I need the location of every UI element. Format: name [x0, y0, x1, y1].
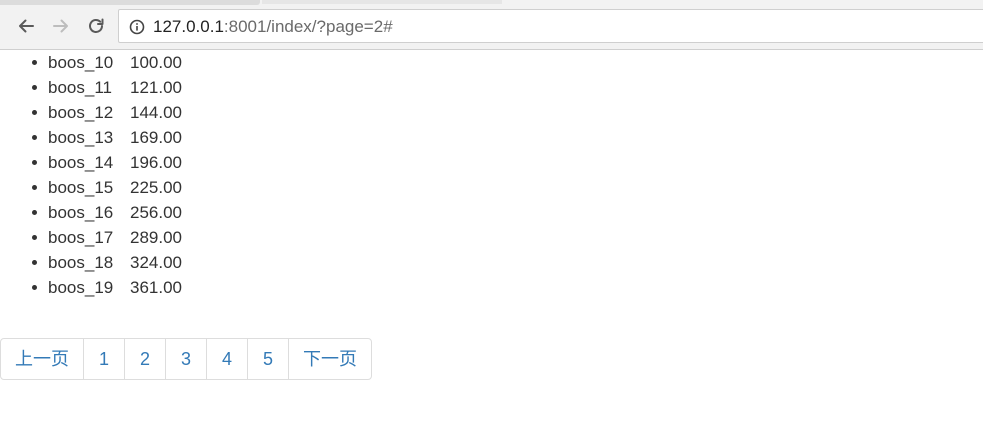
address-bar[interactable]: 127.0.0.1:8001/index/?page=2# — [118, 9, 983, 43]
url-text[interactable]: 127.0.0.1:8001/index/?page=2# — [153, 17, 393, 37]
item-name: boos_11 — [48, 78, 112, 97]
page-content: boos_10 100.00 boos_11 121.00 boos_12 144.0… — [0, 50, 983, 445]
info-icon[interactable] — [129, 19, 145, 35]
page-link-1[interactable]: 1 — [83, 339, 124, 379]
item-value: 256.00 — [130, 203, 182, 222]
page-link-3[interactable]: 3 — [165, 339, 206, 379]
item-name: boos_12 — [48, 103, 114, 122]
item-value: 196.00 — [130, 153, 182, 172]
item-name: boos_10 — [48, 53, 114, 72]
arrow-left-icon — [19, 19, 34, 33]
item-name: boos_14 — [48, 153, 114, 172]
list-item: boos_15 225.00 — [32, 175, 182, 200]
back-button[interactable] — [11, 11, 41, 41]
item-name: boos_19 — [48, 278, 114, 297]
reload-button[interactable] — [81, 11, 111, 41]
list-item: boos_18 324.00 — [32, 250, 182, 275]
prev-page-link[interactable]: 上一页 — [1, 339, 83, 379]
list-item: boos_14 196.00 — [32, 150, 182, 175]
arrow-right-icon — [53, 19, 68, 33]
list-item: boos_16 256.00 — [32, 200, 182, 225]
item-value: 324.00 — [130, 253, 182, 272]
next-page-link[interactable]: 下一页 — [288, 339, 371, 379]
browser-toolbar: 127.0.0.1:8001/index/?page=2# — [0, 5, 983, 50]
inactive-tab[interactable] — [262, 0, 502, 4]
url-host: 127.0.0.1 — [153, 17, 224, 36]
list-item: boos_11 121.00 — [32, 75, 182, 100]
page-link-4[interactable]: 4 — [206, 339, 247, 379]
pagination: 上一页 1 2 3 4 5 下一页 — [0, 338, 372, 380]
page-link-2[interactable]: 2 — [124, 339, 165, 379]
list-item: boos_10 100.00 — [32, 50, 182, 75]
item-value: 289.00 — [130, 228, 182, 247]
list-item: boos_19 361.00 — [32, 275, 182, 300]
item-value: 121.00 — [130, 78, 182, 97]
list-item: boos_13 169.00 — [32, 125, 182, 150]
item-value: 100.00 — [130, 53, 182, 72]
list-item: boos_17 289.00 — [32, 225, 182, 250]
page-link-5[interactable]: 5 — [247, 339, 288, 379]
item-name: boos_18 — [48, 253, 114, 272]
item-name: boos_16 — [48, 203, 114, 222]
item-name: boos_17 — [48, 228, 114, 247]
item-list: boos_10 100.00 boos_11 121.00 boos_12 144.0… — [32, 50, 182, 300]
reload-icon — [89, 18, 104, 33]
item-value: 361.00 — [130, 278, 182, 297]
item-name: boos_13 — [48, 128, 114, 147]
item-name: boos_15 — [48, 178, 114, 197]
item-value: 144.00 — [130, 103, 182, 122]
forward-button[interactable] — [46, 11, 76, 41]
item-value: 169.00 — [130, 128, 182, 147]
list-item: boos_12 144.00 — [32, 100, 182, 125]
item-value: 225.00 — [130, 178, 182, 197]
url-path: :8001/index/?page=2# — [223, 17, 393, 36]
